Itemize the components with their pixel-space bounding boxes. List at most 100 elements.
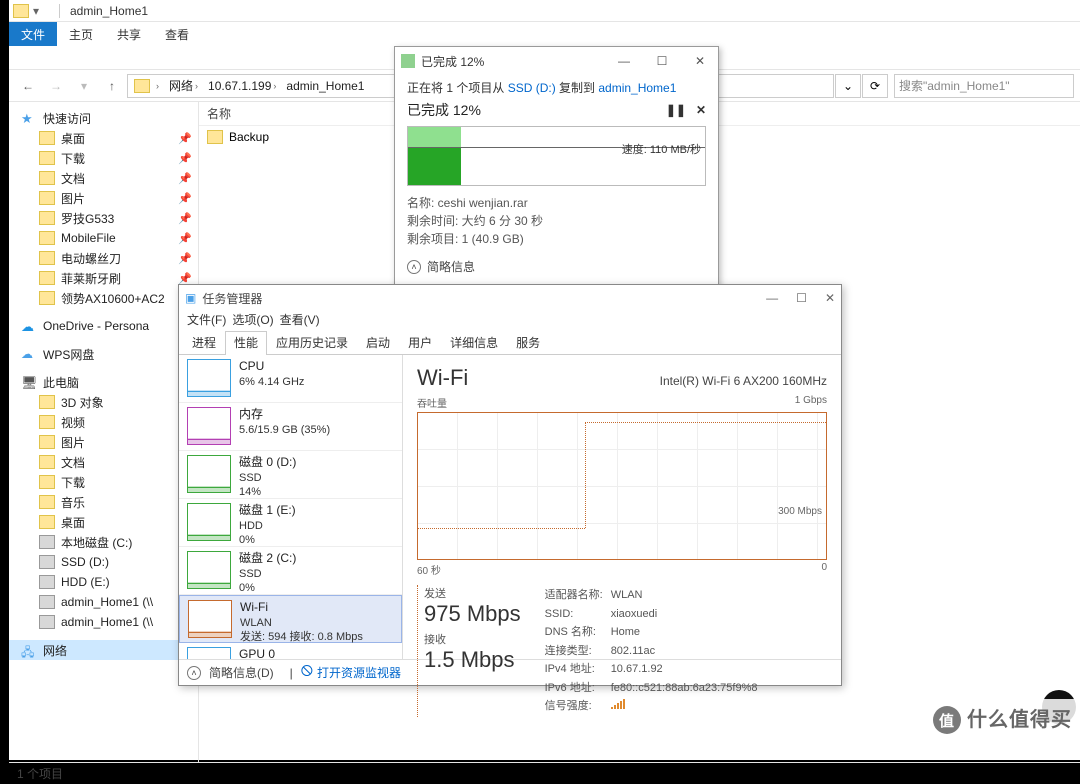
folder-icon: [207, 130, 223, 144]
refresh-button[interactable]: ⟳: [862, 74, 888, 98]
minimize-button[interactable]: —: [766, 291, 778, 305]
sidebar-item[interactable]: 罗技G533📌: [9, 208, 198, 228]
sidebar-item[interactable]: 领势AX10600+AC2📌: [9, 288, 198, 308]
sidebar-item[interactable]: 下载: [9, 472, 198, 492]
sidebar-network[interactable]: 🖧网络: [9, 640, 198, 660]
folder-icon: [13, 4, 29, 18]
open-resmon-link[interactable]: 🛇打开资源监视器: [301, 662, 401, 683]
copy-dialog-titlebar[interactable]: 已完成 12% — ☐ ✕: [395, 47, 718, 75]
tm-resource-list: CPU6% 4.14 GHz内存5.6/15.9 GB (35%)磁盘 0 (D…: [179, 355, 403, 659]
tm-detail-panel: Wi-Fi Intel(R) Wi-Fi 6 AX200 160MHz 吞吐量 …: [403, 355, 841, 659]
send-label: 发送: [424, 585, 521, 601]
folder-icon: [39, 495, 55, 509]
close-button[interactable]: ✕: [688, 54, 712, 68]
sidebar-item[interactable]: 下载📌: [9, 148, 198, 168]
chevron-up-icon: ˄: [187, 666, 201, 680]
tm-resource-item[interactable]: 磁盘 1 (E:)HDD 0%: [179, 499, 402, 547]
resmon-icon: 🛇: [301, 662, 313, 683]
tm-tab[interactable]: 服务: [507, 331, 549, 355]
tm-menu-view[interactable]: 查看(V): [280, 311, 320, 331]
recv-label: 接收: [424, 631, 521, 647]
fewer-details-button[interactable]: 简略信息(D): [209, 664, 274, 681]
sidebar-item[interactable]: HDD (E:): [9, 572, 198, 592]
tm-tab[interactable]: 详细信息: [441, 331, 507, 355]
folder-icon: [39, 291, 55, 305]
sidebar-item[interactable]: 电动螺丝刀📌: [9, 248, 198, 268]
tm-tab[interactable]: 性能: [225, 331, 267, 355]
minimize-button[interactable]: —: [612, 54, 636, 68]
tm-menu-options[interactable]: 选项(O): [232, 311, 273, 331]
prop-value: Home: [611, 624, 758, 641]
sidebar-thispc[interactable]: 🖥此电脑: [9, 372, 198, 392]
ribbon-tabs: 文件 主页 共享 查看: [9, 22, 1080, 46]
nav-forward-button[interactable]: →: [43, 74, 69, 98]
ribbon-file-tab[interactable]: 文件: [9, 22, 57, 46]
maximize-button[interactable]: ☐: [650, 54, 674, 68]
sidebar-quick-access[interactable]: ★快速访问: [9, 108, 198, 128]
sidebar-item[interactable]: SSD (D:): [9, 552, 198, 572]
address-dropdown-button[interactable]: ⌄: [835, 74, 861, 98]
sidebar-item[interactable]: 桌面📌: [9, 128, 198, 148]
mini-graph: [187, 455, 231, 493]
task-manager-icon: ▣: [185, 291, 196, 305]
tm-resource-item[interactable]: 内存5.6/15.9 GB (35%): [179, 403, 402, 451]
sidebar-onedrive[interactable]: ☁OneDrive - Persona: [9, 316, 198, 336]
sidebar-item[interactable]: 音乐: [9, 492, 198, 512]
tm-tab[interactable]: 进程: [183, 331, 225, 355]
qat-button[interactable]: ▾: [33, 4, 47, 18]
nav-up-button[interactable]: ↑: [99, 74, 125, 98]
search-input[interactable]: 搜索"admin_Home1": [894, 74, 1074, 98]
window-title: admin_Home1: [70, 4, 148, 18]
tm-resource-item[interactable]: 磁盘 2 (C:)SSD 0%: [179, 547, 402, 595]
close-button[interactable]: ✕: [825, 291, 835, 305]
nav-sidebar: ★快速访问 桌面📌下载📌文档📌图片📌罗技G533📌MobileFile📌电动螺丝…: [9, 102, 199, 762]
tm-tab[interactable]: 应用历史记录: [267, 331, 357, 355]
tm-resource-item[interactable]: Wi-FiWLAN 发送: 594 接收: 0.8 Mbps: [179, 595, 402, 643]
watermark: 值什么值得买: [925, 699, 1080, 739]
sidebar-item[interactable]: 文档: [9, 452, 198, 472]
tm-menu-file[interactable]: 文件(F): [187, 311, 226, 331]
maximize-button[interactable]: ☐: [796, 291, 807, 305]
tm-tab[interactable]: 用户: [399, 331, 441, 355]
sidebar-item[interactable]: MobileFile📌: [9, 228, 198, 248]
column-header-name[interactable]: 名称: [199, 105, 399, 122]
tm-resource-item[interactable]: 磁盘 0 (D:)SSD 14%: [179, 451, 402, 499]
folder-icon: [39, 395, 55, 409]
prop-value: fe80::c521:88ab:6a23:75f9%8: [611, 680, 758, 697]
sidebar-item[interactable]: 图片: [9, 432, 198, 452]
sidebar-item[interactable]: 菲莱斯牙刷📌: [9, 268, 198, 288]
copy-details: 名称: ceshi wenjian.rar 剩余时间: 大约 6 分 30 秒 …: [407, 194, 706, 248]
pin-icon: 📌: [178, 132, 192, 145]
tm-resource-item[interactable]: CPU6% 4.14 GHz: [179, 355, 402, 403]
cancel-button[interactable]: ✕: [696, 103, 706, 117]
copy-progress-label: 已完成 12%: [407, 100, 481, 120]
nav-back-button[interactable]: ←: [15, 74, 41, 98]
pause-button[interactable]: ❚❚: [666, 103, 686, 117]
item-count: 1 个项目: [17, 765, 63, 782]
fewer-details-button[interactable]: ˄ 简略信息: [407, 258, 706, 275]
tm-titlebar[interactable]: ▣ 任务管理器 — ☐ ✕: [179, 285, 841, 311]
ribbon-share-tab[interactable]: 共享: [105, 22, 153, 46]
sidebar-item[interactable]: 视频: [9, 412, 198, 432]
sidebar-item[interactable]: 图片📌: [9, 188, 198, 208]
sidebar-item[interactable]: 本地磁盘 (C:): [9, 532, 198, 552]
ribbon-home-tab[interactable]: 主页: [57, 22, 105, 46]
prop-value: 802.11ac: [611, 643, 758, 660]
tm-tab[interactable]: 启动: [357, 331, 399, 355]
task-manager-window: ▣ 任务管理器 — ☐ ✕ 文件(F) 选项(O) 查看(V) 进程性能应用历史…: [178, 284, 842, 686]
folder-icon: [134, 79, 150, 93]
sidebar-item[interactable]: 3D 对象: [9, 392, 198, 412]
explorer-titlebar[interactable]: ▾ admin_Home1: [9, 0, 1080, 22]
copy-dest-link[interactable]: admin_Home1: [598, 81, 676, 95]
sidebar-wps[interactable]: ☁WPS网盘: [9, 344, 198, 364]
sidebar-item[interactable]: 桌面: [9, 512, 198, 532]
tm-resource-item[interactable]: GPU 0: [179, 643, 402, 659]
send-value: 975 Mbps: [424, 601, 521, 627]
copy-source-link[interactable]: SSD (D:): [508, 81, 556, 95]
sidebar-item[interactable]: admin_Home1 (\\: [9, 592, 198, 612]
nav-recent-button[interactable]: ▾: [71, 74, 97, 98]
ribbon-view-tab[interactable]: 查看: [153, 22, 201, 46]
sidebar-item[interactable]: 文档📌: [9, 168, 198, 188]
sidebar-item[interactable]: admin_Home1 (\\: [9, 612, 198, 632]
pin-icon: 📌: [178, 212, 192, 225]
